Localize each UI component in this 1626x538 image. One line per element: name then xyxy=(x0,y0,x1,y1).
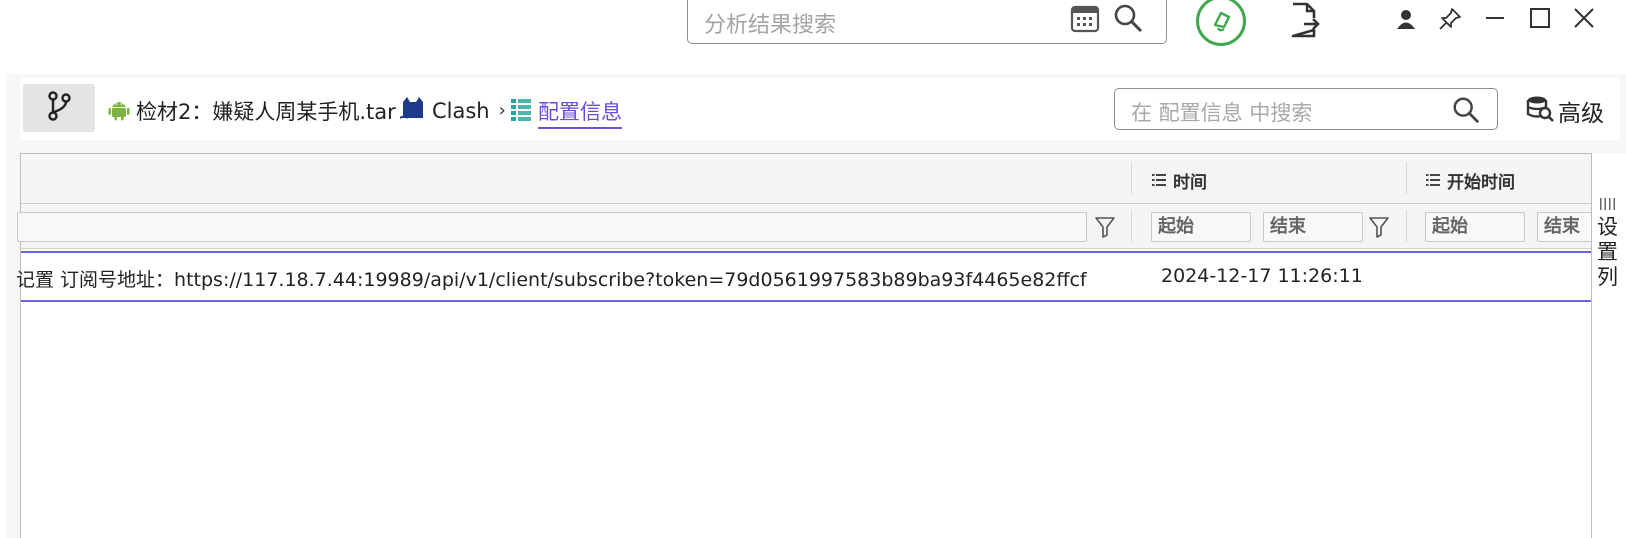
filter-icon[interactable] xyxy=(1369,216,1389,242)
breadcrumb-label: 配置信息 xyxy=(538,96,622,129)
advanced-search-button[interactable]: 高级 xyxy=(1526,94,1604,128)
list-icon xyxy=(1426,171,1440,191)
global-search-box[interactable]: 分析结果搜索 xyxy=(687,0,1167,44)
column-header-start-time[interactable]: 开始时间 xyxy=(1426,168,1515,193)
column-settings-label: 设置列 xyxy=(1597,215,1618,289)
data-grid: 时间 开始时间 起始 结束 起始 结束 记置 订阅号地址：https://117… xyxy=(16,153,1593,538)
module-search-input[interactable]: 在 配置信息 中搜索 xyxy=(1131,97,1312,127)
title-bar: 分析结果搜索 xyxy=(0,0,1626,72)
close-icon[interactable] xyxy=(1573,7,1595,29)
breadcrumb-label: 检材2：嫌疑人周某手机.tar xyxy=(136,100,396,124)
branch-button[interactable] xyxy=(23,84,95,132)
column-header-label: 时间 xyxy=(1173,173,1207,193)
content-cell: 记置 订阅号地址：https://117.18.7.44:19989/api/v… xyxy=(16,269,1087,291)
column-header-label: 开始时间 xyxy=(1447,173,1515,193)
column-separator xyxy=(1406,210,1407,242)
column-separator[interactable] xyxy=(1406,162,1407,194)
minimize-icon[interactable] xyxy=(1484,7,1506,29)
breadcrumb-label: Clash xyxy=(432,98,490,123)
branch-icon xyxy=(45,90,73,126)
column-settings-button[interactable]: 设置列 xyxy=(1591,153,1626,538)
columns-icon xyxy=(1600,195,1616,214)
bell-icon[interactable] xyxy=(1196,0,1246,46)
table-row[interactable]: 记置 订阅号地址：https://117.18.7.44:19989/api/v… xyxy=(16,251,1593,302)
time-end-filter[interactable]: 结束 xyxy=(1263,212,1363,242)
advanced-search-label: 高级 xyxy=(1558,101,1604,127)
list-icon xyxy=(1152,171,1166,191)
grid-header: 时间 开始时间 xyxy=(21,154,1593,204)
time-start-filter[interactable]: 起始 xyxy=(1151,212,1251,242)
cat-icon xyxy=(399,96,426,125)
global-search-input[interactable]: 分析结果搜索 xyxy=(704,7,836,39)
start-time-start-filter[interactable]: 起始 xyxy=(1425,212,1525,242)
column-header-time[interactable]: 时间 xyxy=(1152,168,1207,193)
breadcrumb: 检材2：嫌疑人周某手机.tar › Clash › 配置信息 在 配置信息 中搜… xyxy=(20,78,1620,140)
breadcrumb-item-clash[interactable]: Clash › xyxy=(399,96,506,125)
calendar-icon[interactable] xyxy=(1070,3,1100,37)
filter-row: 起始 结束 起始 结束 xyxy=(17,204,1593,249)
column-separator xyxy=(1131,210,1132,242)
search-icon[interactable] xyxy=(1112,2,1144,38)
database-search-icon xyxy=(1526,94,1554,128)
maximize-icon[interactable] xyxy=(1529,7,1551,29)
list-icon xyxy=(511,98,531,127)
time-cell: 2024-12-17 11:26:11 xyxy=(1161,265,1363,287)
android-icon xyxy=(108,97,130,126)
module-search-box[interactable]: 在 配置信息 中搜索 xyxy=(1114,88,1498,130)
user-icon[interactable] xyxy=(1395,8,1417,30)
breadcrumb-item-config[interactable]: 配置信息 xyxy=(511,96,622,129)
chevron-right-icon: › xyxy=(498,100,506,121)
breadcrumb-item-evidence[interactable]: 检材2：嫌疑人周某手机.tar › xyxy=(108,96,412,126)
search-icon[interactable] xyxy=(1451,95,1481,129)
content-filter-input[interactable] xyxy=(17,212,1087,242)
start-time-end-filter[interactable]: 结束 xyxy=(1537,212,1593,242)
column-separator[interactable] xyxy=(1131,162,1132,194)
pin-icon[interactable] xyxy=(1438,7,1462,31)
export-icon[interactable] xyxy=(1290,2,1320,38)
filter-icon[interactable] xyxy=(1095,216,1115,242)
